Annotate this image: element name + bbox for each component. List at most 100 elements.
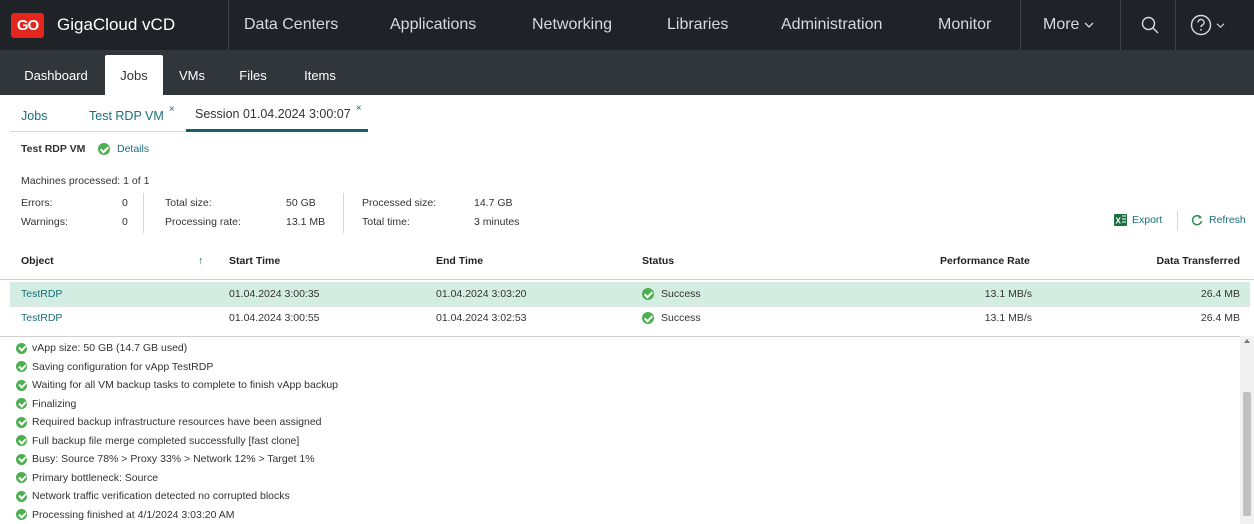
divider: [143, 193, 144, 233]
log-scrollbar[interactable]: [1240, 336, 1254, 524]
log-line: Busy: Source 78% > Proxy 33% > Network 1…: [16, 450, 315, 469]
log-text: Finalizing: [32, 397, 77, 410]
breadcrumb: Jobs Test RDP VM × Session 01.04.2024 3:…: [0, 99, 1254, 132]
help-icon: [1190, 14, 1212, 36]
errors-label: Errors:: [21, 197, 53, 209]
check-circle-icon: [16, 509, 27, 521]
scrollbar-thumb[interactable]: [1243, 392, 1251, 516]
processing-rate-value: 13.1 MB: [286, 216, 326, 228]
log-text: Primary bottleneck: Source: [32, 471, 159, 484]
search-icon: [1141, 16, 1159, 34]
session-log: vApp size: 50 GB (14.7 GB used) Saving c…: [0, 336, 1254, 524]
warnings-label: Warnings:: [21, 216, 68, 228]
details-link[interactable]: Details: [117, 143, 149, 155]
close-icon[interactable]: ×: [169, 104, 175, 115]
help-menu-button[interactable]: [1190, 0, 1225, 50]
log-line: Full backup file merge completed success…: [16, 432, 299, 451]
col-performance-rate[interactable]: Performance Rate: [940, 242, 1030, 280]
log-line: Finalizing: [16, 395, 76, 414]
divider: [1120, 0, 1121, 50]
nav-data-centers[interactable]: Data Centers: [244, 0, 338, 50]
processed-size-label: Processed size:: [362, 197, 437, 209]
refresh-button[interactable]: Refresh: [1191, 214, 1246, 226]
cell-end-time: 01.04.2024 3:03:20: [436, 288, 527, 300]
scroll-up-arrow-icon[interactable]: [1240, 336, 1254, 346]
cell-object[interactable]: TestRDP: [21, 306, 62, 330]
crumb-test-rdp-vm[interactable]: Test RDP VM ×: [89, 99, 175, 132]
nav-libraries[interactable]: Libraries: [667, 0, 728, 50]
log-line: Saving configuration for vApp TestRDP: [16, 358, 213, 377]
tab-files[interactable]: Files: [236, 55, 270, 95]
tab-jobs[interactable]: Jobs: [105, 55, 163, 95]
tab-items[interactable]: Items: [298, 55, 342, 95]
total-size-value: 50 GB: [286, 197, 316, 209]
brand-name: GigaCloud vCD: [57, 15, 176, 34]
cell-performance-rate: 13.1 MB/s: [984, 312, 1032, 324]
table-header: Object ↑ Start Time End Time Status Perf…: [0, 242, 1254, 280]
log-text: Busy: Source 78% > Proxy 33% > Network 1…: [32, 453, 315, 466]
col-status[interactable]: Status: [642, 242, 674, 280]
export-label: Export: [1132, 214, 1163, 226]
nav-networking[interactable]: Networking: [532, 0, 612, 50]
log-text: vApp size: 50 GB (14.7 GB used): [32, 342, 188, 355]
check-circle-icon: [16, 398, 27, 410]
close-icon[interactable]: ×: [356, 103, 362, 114]
divider: [1177, 211, 1178, 231]
crumb-jobs-label: Jobs: [21, 108, 48, 123]
status-text: Success: [661, 312, 701, 324]
table-row[interactable]: TestRDP 01.04.2024 3:00:35 01.04.2024 3:…: [10, 282, 1250, 306]
processed-size-value: 14.7 GB: [474, 197, 513, 209]
check-circle-icon: [16, 435, 27, 447]
cell-end-time: 01.04.2024 3:02:53: [436, 312, 527, 324]
chevron-down-icon: [1216, 22, 1225, 28]
tab-dashboard[interactable]: Dashboard: [16, 55, 96, 95]
crumb-jobs[interactable]: Jobs: [21, 99, 47, 132]
table-row[interactable]: TestRDP 01.04.2024 3:00:55 01.04.2024 3:…: [10, 306, 1250, 330]
check-circle-icon: [16, 379, 27, 391]
tab-vms[interactable]: VMs: [175, 55, 209, 95]
crumb-session[interactable]: Session 01.04.2024 3:00:07 ×: [186, 99, 368, 132]
divider: [228, 0, 229, 50]
col-data-transferred[interactable]: Data Transferred: [1157, 242, 1240, 280]
check-circle-icon: [16, 472, 27, 484]
nav-administration[interactable]: Administration: [781, 0, 882, 50]
crumb-session-label: Session 01.04.2024 3:00:07: [195, 107, 351, 121]
check-circle-icon: [16, 342, 27, 354]
total-size-label: Total size:: [165, 197, 212, 209]
job-title: Test RDP VM: [21, 143, 86, 155]
cell-performance-rate: 13.1 MB/s: [984, 288, 1032, 300]
check-circle-icon: [642, 288, 654, 300]
search-button[interactable]: [1141, 0, 1159, 50]
log-line: Network traffic verification detected no…: [16, 487, 290, 506]
crumb-test-rdp-vm-label: Test RDP VM: [89, 108, 164, 123]
errors-value: 0: [122, 197, 128, 209]
log-text: Processing finished at 4/1/2024 3:03:20 …: [32, 508, 235, 521]
divider: [1175, 0, 1176, 50]
machines-processed: Machines processed: 1 of 1: [21, 175, 150, 187]
brand[interactable]: GO GigaCloud vCD: [0, 0, 228, 50]
export-button[interactable]: X Export: [1114, 214, 1162, 226]
col-object[interactable]: Object: [21, 242, 54, 280]
cell-object[interactable]: TestRDP: [21, 282, 62, 306]
divider: [343, 193, 344, 233]
warnings-value: 0: [122, 216, 128, 228]
check-circle-icon: [16, 453, 27, 465]
sort-up-icon[interactable]: ↑: [198, 242, 203, 280]
log-text: Required backup infrastructure resources…: [32, 416, 322, 429]
total-time-label: Total time:: [362, 216, 410, 228]
cell-start-time: 01.04.2024 3:00:35: [229, 288, 320, 300]
nav-monitor[interactable]: Monitor: [938, 0, 991, 50]
nav-applications[interactable]: Applications: [390, 0, 476, 50]
col-end-time[interactable]: End Time: [436, 242, 483, 280]
refresh-icon: [1191, 214, 1203, 226]
log-text: Waiting for all VM backup tasks to compl…: [32, 379, 339, 392]
nav-more[interactable]: More: [1043, 0, 1094, 50]
excel-icon: X: [1114, 214, 1127, 226]
refresh-label: Refresh: [1209, 214, 1246, 226]
col-start-time[interactable]: Start Time: [229, 242, 280, 280]
check-circle-icon: [16, 361, 27, 373]
cell-status: Success: [642, 306, 701, 330]
chevron-down-icon: [1084, 22, 1094, 28]
cell-start-time: 01.04.2024 3:00:55: [229, 312, 320, 324]
check-circle-icon: [98, 143, 110, 155]
